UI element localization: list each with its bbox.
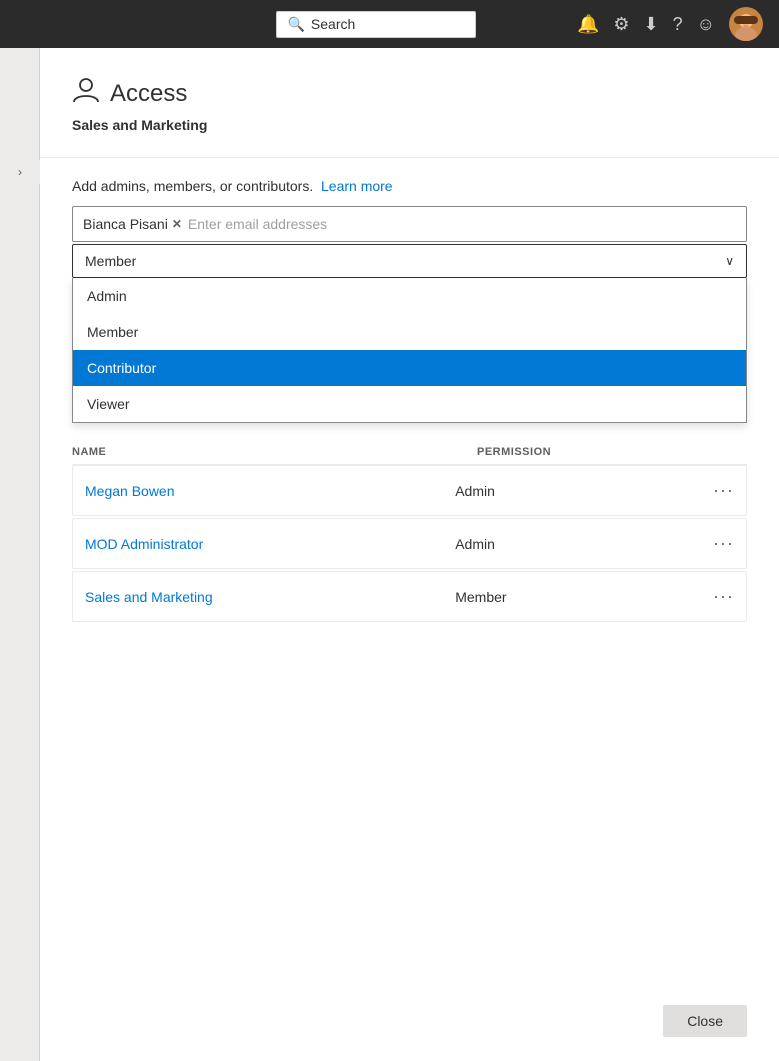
row-1-name[interactable]: Megan Bowen (85, 483, 455, 499)
download-icon[interactable]: ⬇ (644, 14, 659, 35)
role-option-contributor[interactable]: Contributor (73, 350, 746, 386)
avatar[interactable] (729, 7, 763, 41)
row-3-permission: Member (455, 589, 702, 605)
description-text: Add admins, members, or contributors. Le… (72, 178, 747, 194)
table-row: MOD Administrator Admin ··· (72, 518, 747, 569)
person-icon (72, 76, 100, 111)
sidebar-strip (0, 48, 40, 1061)
role-option-member[interactable]: Member (73, 314, 746, 350)
email-input-placeholder[interactable]: Enter email addresses (188, 216, 736, 232)
chevron-left-icon: › (18, 165, 22, 179)
role-dropdown-trigger[interactable]: Member ∨ (72, 244, 747, 278)
person-svg-icon (72, 76, 100, 104)
learn-more-link[interactable]: Learn more (321, 178, 393, 194)
header-divider (40, 157, 779, 158)
table-header-row: NAME PERMISSION (72, 438, 747, 465)
close-button-row: Close (663, 1005, 747, 1037)
email-tag-name: Bianca Pisani (83, 216, 168, 232)
close-button[interactable]: Close (663, 1005, 747, 1037)
role-option-viewer[interactable]: Viewer (73, 386, 746, 422)
settings-icon[interactable]: ⚙ (613, 14, 629, 35)
table-row: Megan Bowen Admin ··· (72, 465, 747, 516)
description-label: Add admins, members, or contributors. (72, 178, 313, 194)
row-1-actions-button[interactable]: ··· (702, 480, 734, 501)
panel-subtitle: Sales and Marketing (72, 117, 747, 133)
access-panel: Access Sales and Marketing Add admins, m… (40, 48, 779, 1061)
feedback-icon[interactable]: ☺ (697, 14, 715, 35)
bell-icon[interactable]: 🔔 (577, 14, 599, 35)
topbar-center: 🔍 Search (176, 11, 577, 38)
selected-role-label: Member (85, 253, 136, 269)
row-2-actions-button[interactable]: ··· (702, 533, 734, 554)
main-content: Access Sales and Marketing Add admins, m… (40, 48, 779, 1061)
email-input-container[interactable]: Bianca Pisani ✕ Enter email addresses (72, 206, 747, 242)
panel-title: Access (110, 80, 187, 108)
email-tag: Bianca Pisani ✕ (83, 216, 182, 232)
panel-header: Access (72, 76, 747, 111)
search-icon: 🔍 (287, 16, 304, 33)
row-2-name[interactable]: MOD Administrator (85, 536, 455, 552)
role-dropdown-wrapper: Member ∨ Admin Member Contributor Viewer (72, 244, 747, 278)
col-permission-header: PERMISSION (477, 446, 747, 458)
sidebar-collapse-button[interactable]: › (0, 160, 40, 184)
search-box[interactable]: 🔍 Search (276, 11, 476, 38)
row-2-permission: Admin (455, 536, 702, 552)
dropdown-chevron-icon: ∨ (725, 254, 734, 268)
help-icon[interactable]: ? (673, 14, 683, 35)
row-1-permission: Admin (455, 483, 702, 499)
members-table: NAME PERMISSION Megan Bowen Admin ··· MO… (72, 438, 747, 622)
topbar: 🔍 Search 🔔 ⚙ ⬇ ? ☺ (0, 0, 779, 48)
role-dropdown-menu: Admin Member Contributor Viewer (72, 278, 747, 423)
avatar-image (729, 7, 763, 41)
role-option-admin[interactable]: Admin (73, 278, 746, 314)
row-3-name[interactable]: Sales and Marketing (85, 589, 455, 605)
table-row: Sales and Marketing Member ··· (72, 571, 747, 622)
email-tag-remove-button[interactable]: ✕ (172, 217, 182, 231)
col-name-header: NAME (72, 446, 477, 458)
topbar-right: 🔔 ⚙ ⬇ ? ☺ (577, 7, 763, 41)
search-input-label: Search (311, 16, 355, 32)
row-3-actions-button[interactable]: ··· (702, 586, 734, 607)
